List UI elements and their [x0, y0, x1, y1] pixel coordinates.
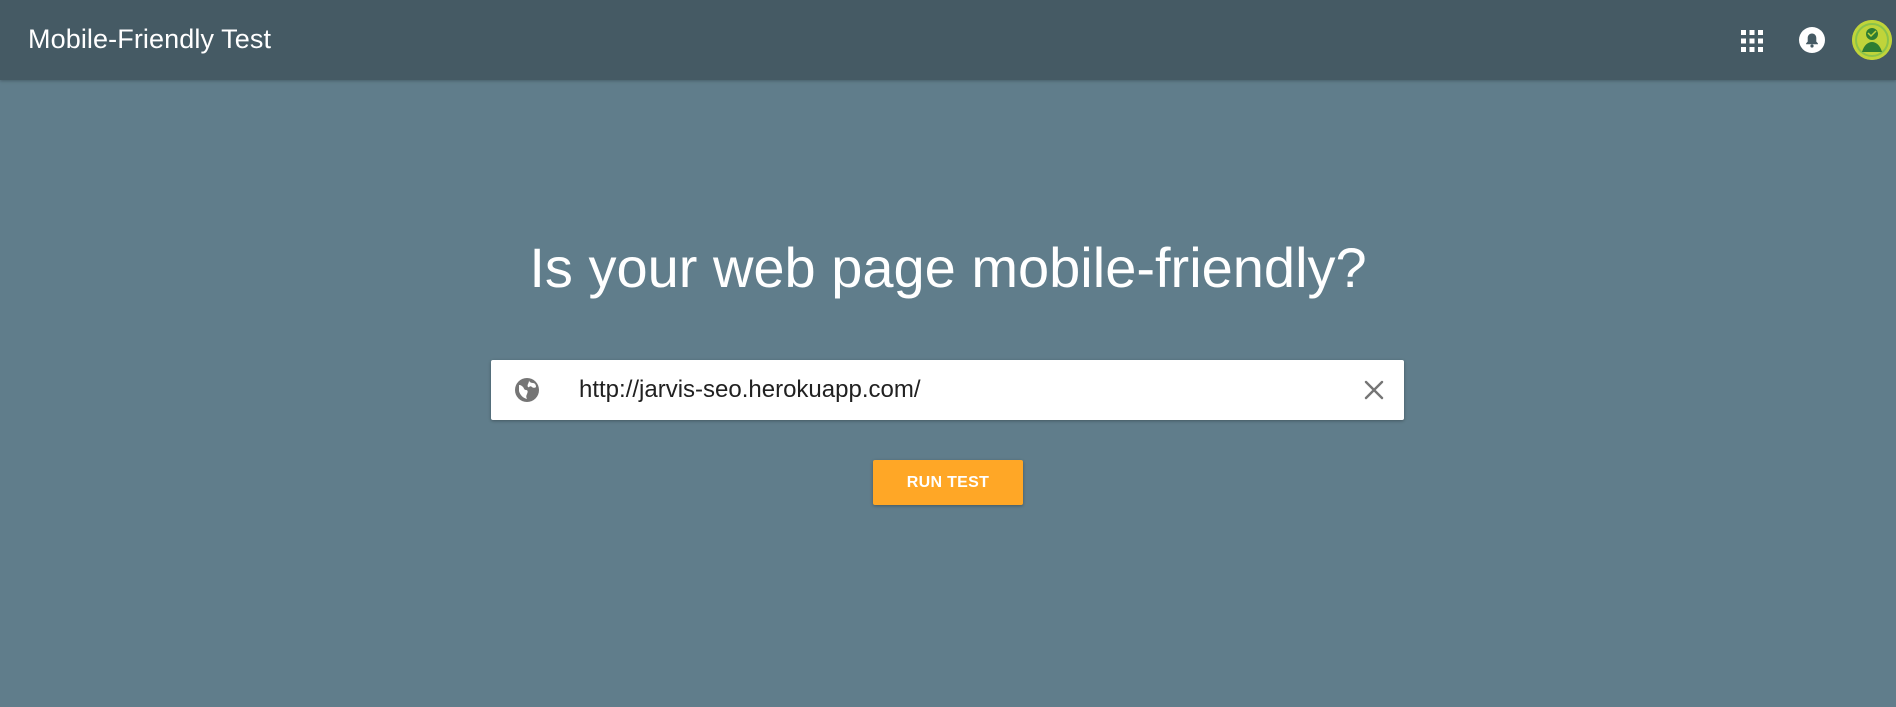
account-avatar[interactable]: [1852, 20, 1892, 60]
apps-grid-icon[interactable]: [1741, 30, 1763, 52]
notifications-icon[interactable]: [1799, 27, 1825, 53]
url-search-box: [491, 360, 1404, 420]
clear-icon[interactable]: [1363, 379, 1385, 401]
run-test-button[interactable]: RUN TEST: [873, 460, 1023, 505]
page-headline: Is your web page mobile-friendly?: [529, 236, 1367, 299]
url-input[interactable]: [579, 370, 1319, 410]
globe-icon: [513, 376, 541, 404]
app-title: Mobile-Friendly Test: [28, 24, 272, 54]
top-app-bar: Mobile-Friendly Test: [0, 0, 1896, 80]
